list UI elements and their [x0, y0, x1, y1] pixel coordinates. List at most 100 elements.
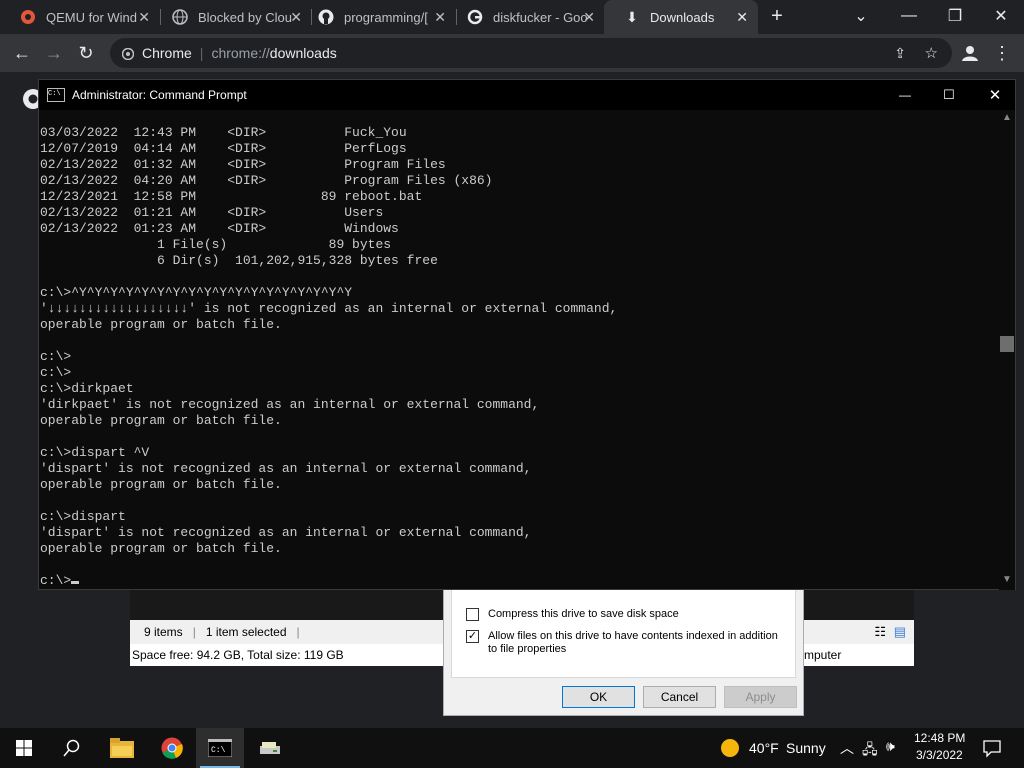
prompt-text: c:\> [40, 573, 72, 588]
console-line: 6 Dir(s) 101,202,915,328 bytes free [40, 253, 438, 268]
items-count: 9 items [144, 625, 183, 639]
volume-icon[interactable]: 🕪 [886, 738, 895, 755]
tab-qemu[interactable]: QEMU for Wind ✕ [0, 0, 160, 34]
close-icon[interactable]: ✕ [434, 9, 446, 26]
profile-icon[interactable] [958, 41, 982, 65]
minimize-button[interactable]: — [891, 80, 919, 110]
address-bar[interactable]: Chrome | chrome://downloads ⇪ ☆ [110, 38, 952, 68]
github-icon [318, 9, 334, 25]
console-line: 02/13/2022 01:32 AM <DIR> Program Files [40, 157, 446, 172]
globe-icon [172, 9, 188, 25]
tab-downloads[interactable]: ⬇ Downloads ✕ [604, 0, 758, 34]
menu-kebab-icon[interactable]: ⋮ [990, 41, 1014, 65]
ok-button[interactable]: OK [562, 686, 635, 708]
tab-title: programming/[ [344, 9, 428, 25]
browser-tab-strip: QEMU for Wind ✕ Blocked by Clou ✕ progra… [0, 0, 1024, 34]
clock-date[interactable]: 3/3/2022 [916, 748, 963, 762]
console-line: 03/03/2022 12:43 PM <DIR> Fuck_You [40, 125, 407, 140]
console-line: operable program or batch file. [40, 317, 282, 332]
tab-blocked[interactable]: Blocked by Clou ✕ [152, 0, 312, 34]
close-icon[interactable]: ✕ [583, 9, 595, 26]
notification-icon[interactable] [982, 738, 1002, 758]
compress-checkbox[interactable] [466, 608, 479, 621]
chevron-up-icon[interactable]: ︿ [840, 738, 854, 758]
drive-icon [260, 742, 280, 754]
tab-title: diskfucker - Goo [493, 9, 588, 25]
clock-time[interactable]: 12:48 PM [914, 731, 965, 745]
drive-properties-dialog: Compress this drive to save disk space ✓… [443, 590, 804, 716]
forward-button[interactable]: → [42, 41, 66, 65]
google-icon [467, 9, 483, 25]
tab-google[interactable]: diskfucker - Goo ✕ [447, 0, 605, 34]
window-close-button[interactable]: ✕ [978, 0, 1024, 32]
cancel-button[interactable]: Cancel [643, 686, 716, 708]
cmd-console[interactable]: 03/03/2022 12:43 PM <DIR> Fuck_You 12/07/… [39, 110, 999, 590]
console-line: 02/13/2022 01:23 AM <DIR> Windows [40, 221, 399, 236]
weather-temp[interactable]: 40°F [749, 740, 779, 756]
share-icon[interactable]: ⇪ [894, 45, 906, 62]
console-line: 02/13/2022 01:21 AM <DIR> Users [40, 205, 384, 220]
cmd-taskbar-button[interactable]: C:\ [196, 728, 244, 768]
drive-properties-taskbar-button[interactable] [246, 728, 294, 768]
console-line: 'dispart' is not recognized as an intern… [40, 461, 532, 476]
console-line: 1 File(s) 89 bytes [40, 237, 392, 252]
terminal-icon: C:\ [208, 739, 232, 757]
tab-title: QEMU for Wind [46, 9, 138, 25]
bookmark-star-icon[interactable]: ☆ [925, 44, 938, 62]
console-line: c:\>dispart ^V [40, 445, 150, 460]
close-icon[interactable]: ✕ [736, 9, 748, 26]
new-tab-button[interactable]: + [766, 5, 788, 27]
console-line: c:\>^Y^Y^Y^Y^Y^Y^Y^Y^Y^Y^Y^Y^Y^Y^Y^Y^Y^Y [40, 285, 353, 300]
back-button[interactable]: ← [10, 41, 34, 65]
close-icon[interactable]: ✕ [138, 9, 150, 26]
tab-search-button[interactable]: ⌄ [838, 0, 884, 32]
search-button[interactable] [48, 728, 96, 768]
text-cursor [71, 581, 80, 584]
cmd-scrollbar[interactable]: ▲ ▼ [999, 110, 1015, 590]
search-icon [63, 739, 80, 757]
apply-button[interactable]: Apply [724, 686, 797, 708]
cmd-title-bar[interactable]: C:\ Administrator: Command Prompt — ☐ ✕ [39, 80, 1015, 110]
scroll-thumb[interactable] [1000, 336, 1014, 352]
command-prompt-window: C:\ Administrator: Command Prompt — ☐ ✕ … [38, 79, 1016, 590]
computer-label: mputer [804, 648, 842, 662]
scroll-up-arrow[interactable]: ▲ [1002, 112, 1012, 123]
maximize-button[interactable]: ☐ [935, 80, 963, 110]
details-view-icon[interactable]: ☷ [874, 624, 886, 640]
start-button[interactable] [0, 728, 48, 768]
restore-button[interactable]: ❐ [932, 0, 978, 32]
space-info: Space free: 94.2 GB, Total size: 119 GB [132, 648, 344, 662]
chrome-taskbar-button[interactable] [148, 728, 196, 768]
network-icon[interactable]: 🖧 [862, 739, 878, 763]
url-host: downloads [269, 45, 337, 61]
tab-title: Blocked by Clou [198, 9, 292, 25]
console-line: '↓↓↓↓↓↓↓↓↓↓↓↓↓↓↓↓↓↓' is not recognized a… [40, 301, 618, 316]
scroll-down-arrow[interactable]: ▼ [1002, 574, 1012, 585]
console-prompt-line: c:\> [40, 573, 617, 589]
sun-icon[interactable] [720, 738, 740, 758]
svg-text:C:\: C:\ [211, 746, 226, 755]
console-line: operable program or batch file. [40, 477, 282, 492]
close-button[interactable]: ✕ [981, 80, 1009, 110]
separator: | [199, 45, 204, 61]
console-line: 'dispart' is not recognized as an intern… [40, 525, 532, 540]
large-icons-view-icon[interactable]: ▤ [894, 624, 906, 640]
tab-title: Downloads [650, 9, 715, 25]
file-explorer-taskbar-button[interactable] [98, 728, 146, 768]
browser-toolbar: ← → ↻ Chrome | chrome://downloads ⇪ ☆ ⋮ [0, 34, 1024, 72]
chrome-icon [161, 737, 183, 759]
cmd-icon: C:\ [47, 88, 65, 102]
minimize-button[interactable]: — [886, 0, 932, 32]
console-line: operable program or batch file. [40, 541, 282, 556]
console-line: c:\>dispart [40, 509, 126, 524]
chrome-icon [121, 47, 135, 61]
reload-button[interactable]: ↻ [74, 41, 98, 65]
folder-icon [110, 738, 134, 758]
tab-github[interactable]: programming/[ ✕ [298, 0, 456, 34]
console-line: 'dirkpaet' is not recognized as an inter… [40, 397, 540, 412]
weather-text[interactable]: Sunny [786, 740, 826, 756]
index-checkbox[interactable]: ✓ [466, 630, 479, 643]
